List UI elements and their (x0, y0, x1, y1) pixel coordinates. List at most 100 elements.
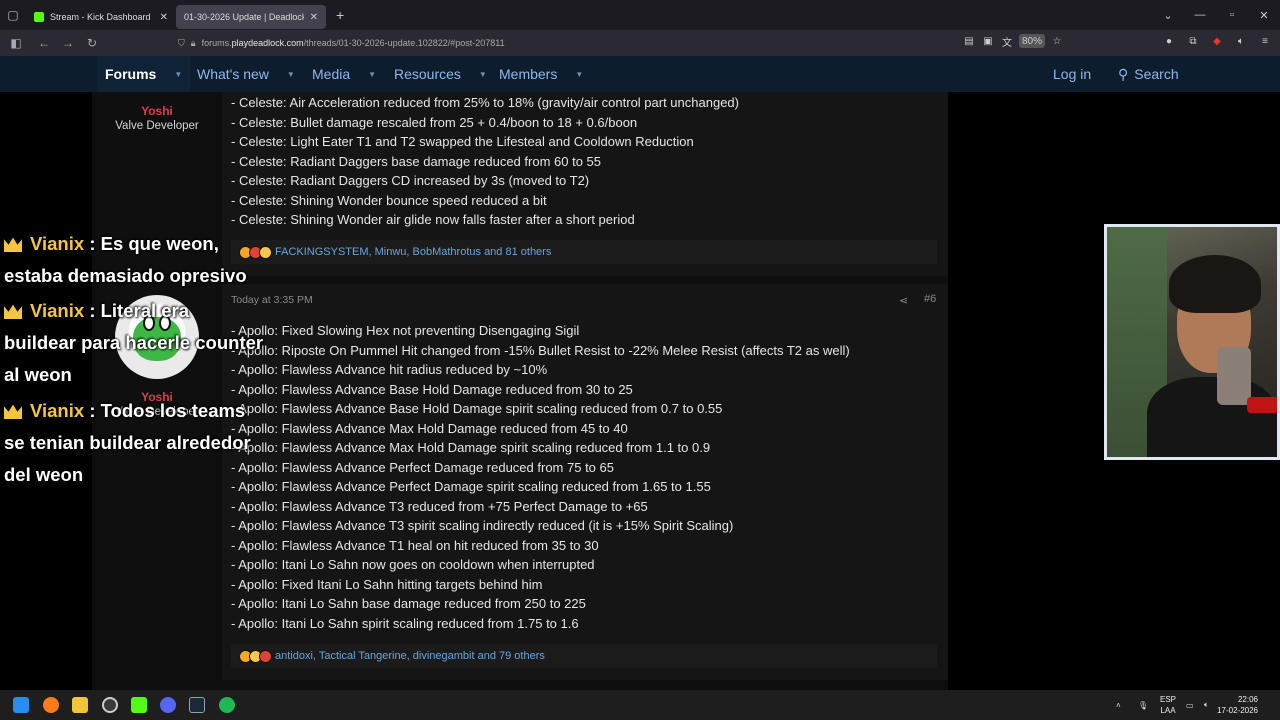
microphone-icon[interactable]: 🎙︎ (1138, 690, 1148, 720)
tab-kick-dashboard[interactable]: Stream - Kick Dashboard ✕ (26, 5, 176, 29)
patch-note-line: - Apollo: Flawless Advance hit radius re… (231, 362, 548, 377)
sidebar-icon[interactable]: ◧ (4, 31, 28, 55)
crown-badge-icon (4, 404, 22, 419)
url-prefix: forums. (201, 38, 232, 48)
chat-message: Vianix : Es que weon, estaba demasiado o… (4, 228, 247, 292)
search-link[interactable]: ⚲ Search (1118, 56, 1179, 92)
nav-members[interactable]: Members ▼ (499, 56, 583, 92)
account-icon[interactable]: ● (1162, 34, 1176, 48)
zoom-level-badge[interactable]: 80% (1019, 34, 1046, 48)
chevron-down-icon[interactable]: ▼ (368, 70, 376, 79)
patch-note-line: - Celeste: Bullet damage rescaled from 2… (231, 114, 638, 130)
patch-note-line: - Celeste: Light Eater T1 and T2 swapped… (231, 134, 694, 149)
patch-note-line: - Apollo: Itani Lo Sahn now goes on cool… (231, 557, 595, 572)
volume-icon[interactable]: 🔈︎ (1204, 690, 1209, 720)
chat-text: estaba demasiado opresivo (4, 265, 247, 286)
login-link[interactable]: Log in (1053, 56, 1091, 92)
windows-start-icon[interactable] (13, 697, 29, 713)
reactions-bar: antidoxi, Tactical Tangerine, divinegamb… (231, 644, 937, 668)
nav-label: Forums (105, 66, 157, 82)
nav-label: What's new (197, 66, 269, 82)
obs-icon[interactable] (102, 697, 118, 713)
back-icon[interactable]: ← (32, 31, 56, 55)
windows-taskbar: ˄ 🎙︎ ESP LAA ▭ 🔈︎ 22:06 17-02-2026 (0, 690, 1280, 720)
patch-note-line: - Apollo: Itani Lo Sahn spirit scaling r… (231, 615, 579, 631)
tab-list-icon[interactable]: ▢ (0, 0, 26, 30)
patch-note-line: - Apollo: Flawless Advance T3 reduced fr… (231, 498, 648, 514)
lock-icon[interactable]: 🔒︎ (191, 38, 196, 49)
network-icon[interactable]: ▭ (1186, 690, 1194, 720)
bookmark-star-icon[interactable]: ☆ (1050, 34, 1064, 48)
chevron-down-icon[interactable]: ▼ (287, 70, 295, 79)
crown-badge-icon (4, 237, 22, 252)
shield-icon[interactable]: ⛉ (178, 38, 185, 49)
translate-icon[interactable]: 文 (1000, 34, 1014, 49)
nav-media[interactable]: Media ▼ (312, 56, 376, 92)
tab-close-icon[interactable]: ✕ (160, 12, 168, 23)
webcam-microphone (1247, 397, 1277, 413)
tab-overflow-icon[interactable]: ⌄ (1152, 9, 1184, 22)
discord-icon[interactable] (160, 697, 176, 713)
kick-icon[interactable] (131, 697, 147, 713)
audio-icon[interactable]: 🔈︎ (1234, 34, 1248, 48)
forward-icon[interactable]: → (56, 31, 80, 55)
extension-badge-icon[interactable]: ◆ (1210, 34, 1224, 48)
steam-icon[interactable] (189, 697, 205, 713)
patch-note-line: - Apollo: Flawless Advance Base Hold Dam… (231, 401, 723, 416)
tab-close-icon[interactable]: ✕ (310, 12, 318, 23)
patch-note-line: - Apollo: Flawless Advance T3 spirit sca… (231, 518, 734, 533)
reaction-users[interactable]: FACKINGSYSTEM, Minwu, BobMathrotus and 8… (275, 246, 551, 258)
browser-tab-bar: ▢ Stream - Kick Dashboard ✕ 01-30-2026 U… (0, 0, 1280, 30)
webcam-cup (1217, 347, 1251, 405)
chat-message: Vianix : Literal era buildear para hacer… (4, 295, 263, 391)
firefox-icon[interactable] (43, 697, 59, 713)
chevron-down-icon[interactable]: ▼ (479, 70, 487, 79)
file-explorer-icon[interactable] (72, 697, 88, 713)
author-name[interactable]: Yoshi (92, 104, 222, 118)
chat-text: : Todos los teams (89, 400, 246, 421)
share-icon[interactable]: ⋖ (899, 294, 908, 307)
crown-badge-icon (4, 304, 22, 319)
url-bar[interactable]: ⛉ 🔒︎ forums. playdeadlock.com/threads/01-… (178, 33, 1078, 53)
search-label: Search (1134, 66, 1179, 82)
menu-icon[interactable]: ≡ (1258, 34, 1272, 48)
chat-message: Vianix : Todos los teams se tenian build… (4, 395, 251, 491)
screenshot-icon[interactable]: ▣ (981, 34, 995, 48)
nav-whats-new[interactable]: What's new ▼ (197, 56, 295, 92)
patch-note-line: - Apollo: Flawless Advance Base Hold Dam… (231, 381, 633, 397)
patch-note-line: - Apollo: Flawless Advance Perfect Damag… (231, 459, 614, 475)
chat-text: se tenian buildear alrededor (4, 432, 251, 453)
chat-user: Vianix (30, 300, 85, 321)
language-indicator[interactable]: ESP LAA (1160, 694, 1176, 716)
nav-forums[interactable]: Forums ▼ (97, 56, 191, 92)
nav-label: Members (499, 66, 558, 82)
tray-overflow-icon[interactable]: ˄ (1116, 690, 1121, 720)
patch-note-line: - Celeste: Radiant Daggers CD increased … (231, 173, 590, 188)
tab-title: Stream - Kick Dashboard (50, 12, 151, 22)
reader-view-icon[interactable]: ▤ (962, 34, 976, 48)
nav-resources[interactable]: Resources ▼ (394, 56, 487, 92)
system-clock[interactable]: 22:06 17-02-2026 (1217, 694, 1258, 716)
reactions-bar: FACKINGSYSTEM, Minwu, BobMathrotus and 8… (231, 240, 937, 264)
minimize-icon[interactable]: — (1184, 9, 1216, 21)
search-icon: ⚲ (1118, 65, 1129, 82)
new-tab-icon[interactable]: + (336, 7, 344, 23)
chevron-down-icon[interactable]: ▼ (174, 70, 182, 79)
maximize-icon[interactable]: ▫ (1216, 9, 1248, 21)
extensions-icon[interactable]: ⧉ (1186, 34, 1200, 48)
post-number[interactable]: #6 (924, 293, 936, 305)
reaction-emojis-icon[interactable] (239, 649, 272, 663)
tab-deadlock-update[interactable]: 01-30-2026 Update | Deadlock ✕ (176, 5, 326, 29)
chat-user: Vianix (30, 400, 85, 421)
kick-favicon-icon (34, 12, 44, 22)
spotify-icon[interactable] (219, 697, 235, 713)
chevron-down-icon[interactable]: ▼ (575, 70, 583, 79)
clock-date: 17-02-2026 (1217, 706, 1258, 715)
reaction-users[interactable]: antidoxi, Tactical Tangerine, divinegamb… (275, 650, 545, 662)
lang-top: ESP (1160, 695, 1177, 704)
url-domain: playdeadlock.com (231, 38, 304, 48)
webcam-overlay (1104, 224, 1280, 460)
close-window-icon[interactable]: ✕ (1248, 9, 1280, 22)
url-actions: ▤ ▣ 文 80% ☆ (962, 34, 1064, 49)
reload-icon[interactable]: ↻ (80, 31, 104, 55)
